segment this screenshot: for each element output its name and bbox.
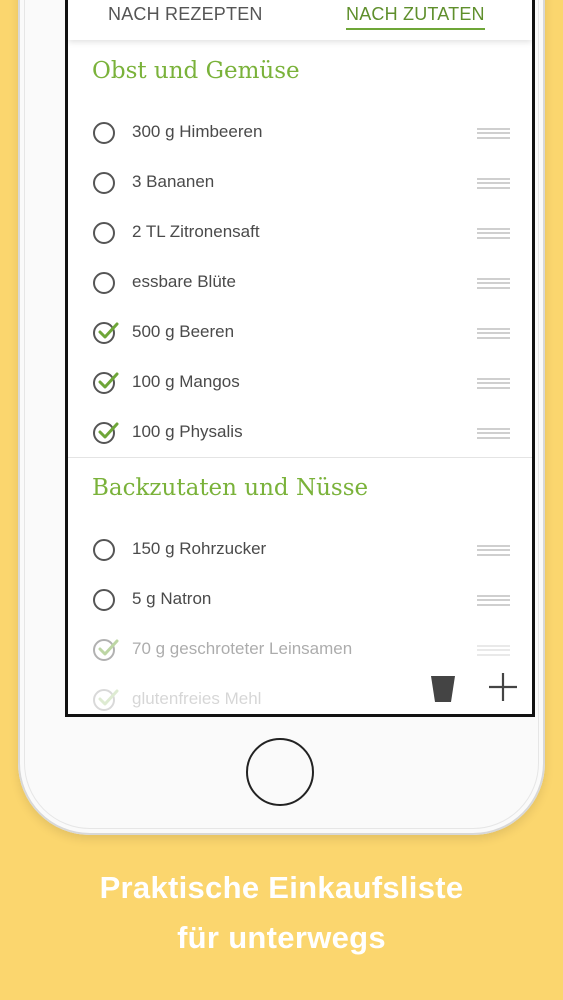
checkbox[interactable]: [93, 172, 115, 194]
tab-by-ingredients[interactable]: NACH ZUTATEN: [346, 4, 485, 30]
item-label: 150 g Rohrzucker: [132, 539, 267, 558]
list-item[interactable]: 300 g Himbeeren: [68, 116, 532, 156]
section-title-baking-nuts: Backzutaten und Nüsse: [92, 475, 369, 501]
list-item[interactable]: 100 g Physalis: [68, 416, 532, 456]
list-item[interactable]: 70 g geschroteter Leinsamen: [68, 633, 532, 673]
list-item[interactable]: glutenfreies Mehl: [68, 683, 532, 714]
item-label: 70 g geschroteter Leinsamen: [132, 639, 353, 658]
list-item[interactable]: 5 g Natron: [68, 583, 532, 623]
checkbox-checked[interactable]: [93, 422, 119, 444]
list-item[interactable]: essbare Blüte: [68, 266, 532, 306]
checkmark-icon: [98, 689, 119, 706]
item-label: 3 Bananen: [132, 172, 215, 191]
phone-frame: NACH REZEPTEN NACH ZUTATEN Obst und Gemü…: [18, 0, 545, 835]
drag-handle-icon[interactable]: [477, 178, 510, 189]
drag-handle-icon[interactable]: [477, 328, 510, 339]
list-item[interactable]: 150 g Rohrzucker: [68, 533, 532, 573]
list-item[interactable]: 500 g Beeren: [68, 316, 532, 356]
drag-handle-icon[interactable]: [477, 278, 510, 289]
home-button[interactable]: [246, 738, 314, 806]
item-label: essbare Blüte: [132, 272, 236, 291]
checkbox-checked[interactable]: [93, 322, 119, 344]
item-label: 100 g Physalis: [132, 422, 243, 441]
item-label: 2 TL Zitronensaft: [132, 222, 260, 241]
checkbox[interactable]: [93, 539, 115, 561]
checkmark-icon: [98, 639, 119, 656]
checkbox[interactable]: [93, 272, 115, 294]
list-item[interactable]: 2 TL Zitronensaft: [68, 216, 532, 256]
item-label: glutenfreies Mehl: [132, 689, 262, 708]
list-item[interactable]: 100 g Mangos: [68, 366, 532, 406]
drag-handle-icon[interactable]: [477, 645, 510, 656]
drag-handle-icon[interactable]: [477, 228, 510, 239]
drag-handle-icon[interactable]: [477, 378, 510, 389]
list-item[interactable]: 3 Bananen: [68, 166, 532, 206]
tab-by-recipes[interactable]: NACH REZEPTEN: [108, 4, 263, 28]
item-label: 5 g Natron: [132, 589, 212, 608]
app-screen: NACH REZEPTEN NACH ZUTATEN Obst und Gemü…: [65, 0, 535, 717]
plus-icon[interactable]: [486, 670, 520, 704]
checkbox-checked[interactable]: [93, 639, 119, 661]
tab-bar: NACH REZEPTEN NACH ZUTATEN: [68, 0, 532, 40]
checkbox[interactable]: [93, 122, 115, 144]
drag-handle-icon[interactable]: [477, 595, 510, 606]
checkmark-icon: [98, 322, 119, 339]
drag-handle-icon[interactable]: [477, 428, 510, 439]
item-label: 100 g Mangos: [132, 372, 240, 391]
checkbox[interactable]: [93, 222, 115, 244]
item-label: 500 g Beeren: [132, 322, 235, 341]
caption-line-2: für unterwegs: [177, 920, 386, 955]
checkbox-checked[interactable]: [93, 689, 119, 711]
section-title-fruit-vegetables: Obst und Gemüse: [92, 58, 300, 84]
drag-handle-icon[interactable]: [477, 128, 510, 139]
checkbox-checked[interactable]: [93, 372, 119, 394]
section-divider: [68, 457, 532, 458]
drag-handle-icon[interactable]: [477, 545, 510, 556]
caption-line-1: Praktische Einkaufsliste: [99, 870, 464, 905]
checkmark-icon: [98, 422, 119, 439]
checkbox[interactable]: [93, 589, 115, 611]
trash-icon[interactable]: [430, 673, 456, 703]
checkmark-icon: [98, 372, 119, 389]
item-label: 300 g Himbeeren: [132, 122, 263, 141]
